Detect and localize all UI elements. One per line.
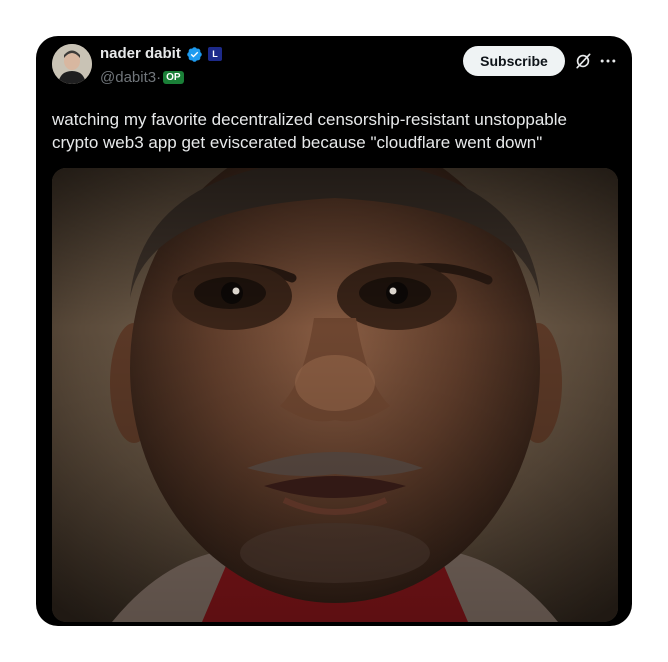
affiliate-badge[interactable]: L bbox=[208, 47, 222, 61]
subscribe-button[interactable]: Subscribe bbox=[463, 46, 565, 76]
handle-separator: · bbox=[156, 69, 162, 86]
author-handle[interactable]: @dabit3 bbox=[100, 69, 156, 86]
verified-badge-icon bbox=[187, 47, 202, 62]
more-options-icon[interactable] bbox=[598, 51, 618, 71]
author-name[interactable]: nader dabit bbox=[100, 45, 181, 62]
tweet-media-image[interactable] bbox=[52, 168, 618, 622]
author-handle-row: @dabit3 · OP bbox=[100, 69, 184, 86]
portrait-photo bbox=[52, 168, 618, 622]
avatar[interactable] bbox=[52, 44, 92, 84]
tweet-text: watching my favorite decentralized censo… bbox=[52, 110, 567, 152]
op-badge: OP bbox=[163, 71, 184, 84]
grok-icon[interactable] bbox=[573, 51, 593, 71]
tweet-card[interactable]: nader dabit L @dabit3 · OP Subscribe wat… bbox=[36, 36, 632, 626]
